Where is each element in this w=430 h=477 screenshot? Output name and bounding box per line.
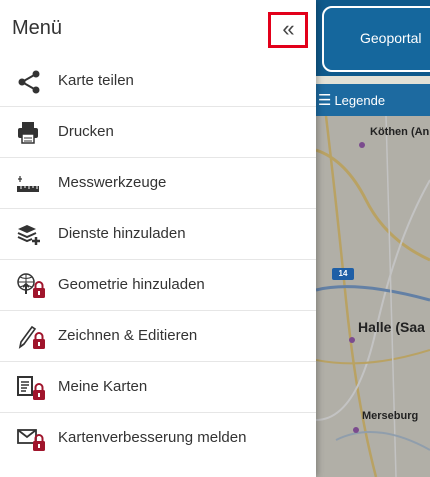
map-place-label: Halle (Saa [358, 319, 425, 335]
menu-item-label: Meine Karten [58, 378, 148, 395]
menu-item-kartenverbesserung-melden[interactable]: Kartenverbesserung melden [0, 413, 316, 464]
share-icon [16, 68, 48, 96]
legend-button[interactable]: ☰ Legende [316, 84, 430, 116]
menu-item-dienste-hinzuladen[interactable]: Dienste hinzuladen [0, 209, 316, 260]
map-place-label: Köthen (An [370, 126, 430, 138]
menu-item-zeichnen-editieren[interactable]: Zeichnen & Editieren [0, 311, 316, 362]
menu-list: Karte teilen Drucken Messwerkzeuge Diens… [0, 56, 316, 464]
menu-header: Menü « [0, 0, 316, 56]
menu-item-label: Zeichnen & Editieren [58, 327, 198, 344]
ruler-icon [16, 170, 48, 198]
menu-item-label: Kartenverbesserung melden [58, 429, 247, 446]
menu-item-geometrie-hinzuladen[interactable]: Geometrie hinzuladen [0, 260, 316, 311]
layers-add-icon [16, 221, 48, 249]
menu-item-messwerkzeuge[interactable]: Messwerkzeuge [0, 158, 316, 209]
list-icon: ☰ [318, 91, 332, 109]
menu-item-label: Drucken [58, 123, 114, 140]
menu-item-label: Karte teilen [58, 72, 134, 89]
mail-icon [16, 425, 48, 453]
menu-item-drucken[interactable]: Drucken [0, 107, 316, 158]
menu-item-karte-teilen[interactable]: Karte teilen [0, 56, 316, 107]
map-place-label: Merseburg [362, 410, 419, 422]
collapse-menu-button[interactable]: « [268, 12, 308, 48]
menu-title: Menü [12, 17, 63, 39]
double-chevron-left-icon: « [282, 15, 294, 41]
printer-icon [16, 119, 48, 147]
legend-label: Legende [334, 92, 386, 108]
menu-drawer: Menü « Karte teilen Drucken Messwerkzeug… [0, 0, 316, 477]
portal-header: Geoportal [316, 0, 430, 76]
road-shield: 14 [332, 268, 354, 280]
globe-upload-icon [16, 272, 48, 300]
menu-item-label: Dienste hinzuladen [58, 225, 186, 242]
menu-item-meine-karten[interactable]: Meine Karten [0, 362, 316, 413]
map-view[interactable]: Köthen (An Halle (Saa Merseburg 14 Geopo… [316, 0, 430, 477]
pencil-icon [16, 323, 48, 351]
menu-item-label: Messwerkzeuge [58, 174, 167, 191]
map-overlay [316, 116, 430, 477]
menu-item-label: Geometrie hinzuladen [58, 276, 205, 293]
portal-title: Geoportal [360, 30, 422, 46]
document-list-icon [16, 374, 48, 402]
